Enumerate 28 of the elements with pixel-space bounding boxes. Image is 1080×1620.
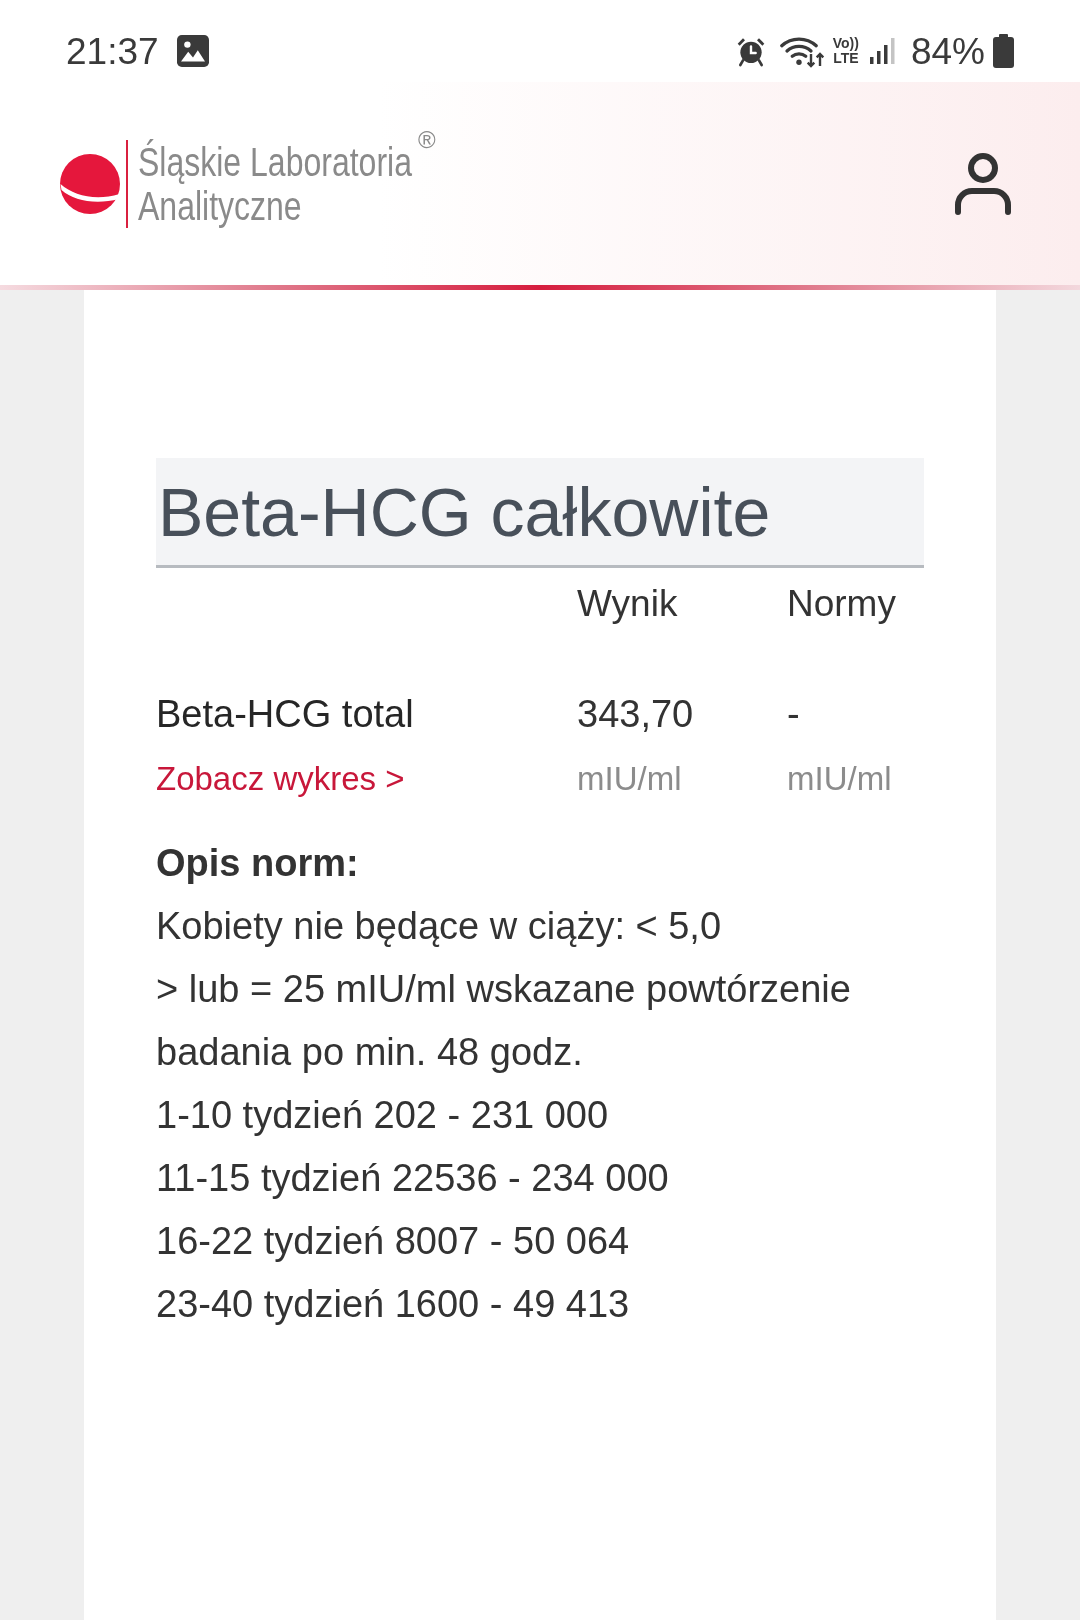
view-chart-link[interactable]: Zobacz wykres > — [156, 760, 405, 797]
network-label: LTE — [833, 51, 859, 66]
column-header: Normy — [787, 582, 897, 626]
column-header: Wynik — [577, 582, 679, 626]
result-unit: mIU/ml — [577, 759, 683, 799]
clock-time: 21:37 — [66, 32, 159, 70]
norm-description-line: 11-15 tydzień 22536 - 234 000 — [156, 1156, 670, 1201]
norm-description-line: > lub = 25 mIU/ml wskazane powtórzenie — [156, 967, 852, 1012]
logo-icon — [60, 153, 120, 214]
norm-description-line: 16-22 tydzień 8007 - 50 064 — [156, 1219, 631, 1264]
norm-description-line: Kobiety nie będące w ciąży: < 5,0 — [156, 904, 723, 949]
image-icon — [176, 35, 209, 67]
signal-icon — [868, 37, 897, 65]
battery-percent: 84% — [910, 32, 985, 70]
voice-label: Vo)) — [832, 36, 859, 51]
norm-value: - — [787, 692, 801, 737]
battery-icon — [993, 34, 1014, 68]
norm-description-line: 1-10 tydzień 202 - 231 000 — [156, 1093, 610, 1138]
user-profile-icon[interactable] — [954, 151, 1012, 216]
result-value: 343,70 — [577, 692, 695, 737]
brand-name: Śląskie Laboratoria Analityczne — [138, 139, 412, 228]
norm-unit: mIU/ml — [787, 759, 893, 799]
test-name: Beta-HCG total — [156, 692, 415, 737]
test-title: Beta-HCG całkowite — [156, 458, 924, 568]
norm-description-line: 23-40 tydzień 1600 - 49 413 — [156, 1282, 631, 1327]
registered-mark: ® — [418, 127, 436, 152]
norms-heading: Opis norm: — [156, 841, 360, 886]
norm-description-line: badania po min. 48 godz. — [156, 1030, 584, 1075]
